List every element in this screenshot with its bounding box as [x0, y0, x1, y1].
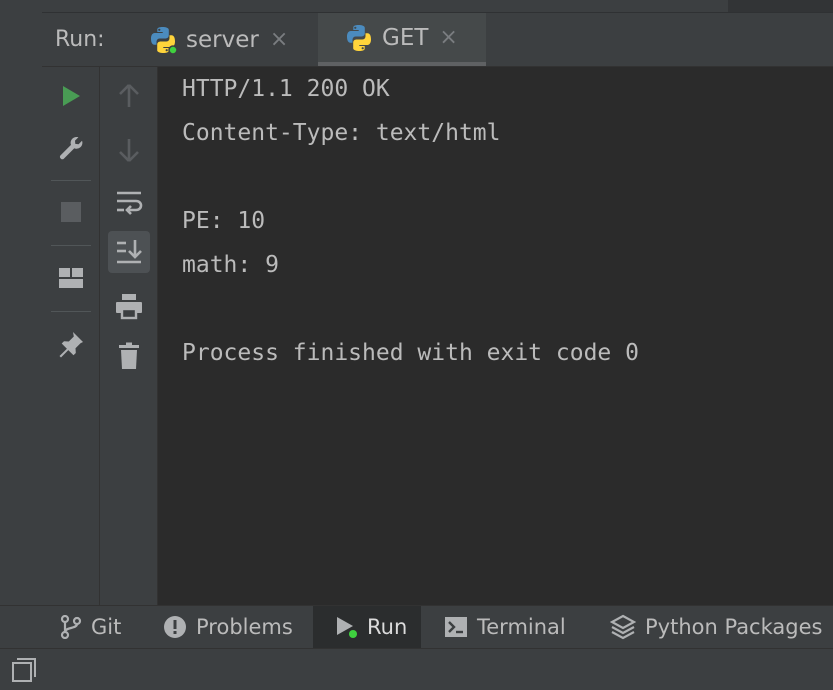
console-line: PE: 10: [182, 208, 266, 234]
toolbar-separator: [51, 245, 91, 246]
git-tool-button[interactable]: Git: [60, 606, 121, 648]
pin-tab-button[interactable]: [50, 323, 92, 365]
restore-layout-button[interactable]: [50, 257, 92, 299]
run-label: Run: [367, 615, 408, 639]
top-strip-right: [728, 0, 833, 12]
window-toggle-icon: [12, 658, 36, 682]
previous-occurrence-button[interactable]: [108, 75, 150, 117]
left-tool-stripe: [0, 0, 43, 605]
terminal-tool-button[interactable]: Terminal: [444, 606, 566, 648]
git-branch-icon: [60, 615, 82, 639]
soft-wrap-icon: [117, 191, 143, 215]
next-occurrence-button[interactable]: [108, 129, 150, 171]
python-packages-label: Python Packages: [645, 615, 823, 639]
toolbar-separator: [51, 311, 91, 312]
run-icon: [334, 615, 358, 639]
python-icon: [148, 25, 178, 55]
tab-label: server: [186, 26, 259, 53]
toggle-tool-windows-button[interactable]: [12, 658, 36, 686]
tab-get[interactable]: GET ×: [318, 13, 486, 66]
problems-tool-button[interactable]: Problems: [163, 606, 293, 648]
close-icon[interactable]: ×: [270, 27, 288, 52]
git-label: Git: [91, 615, 122, 639]
python-icon: [344, 23, 374, 53]
stop-icon: [61, 202, 81, 222]
console-line: math: 9: [182, 252, 279, 278]
rerun-button[interactable]: [50, 75, 92, 117]
rerun-icon: [63, 86, 80, 106]
down-arrow-icon: [119, 139, 139, 162]
run-actions-toolbar: [42, 67, 100, 605]
status-bar: [0, 648, 833, 690]
clear-all-button[interactable]: [108, 335, 150, 377]
console-actions-toolbar: [100, 67, 158, 605]
toolbar-separator: [51, 180, 91, 181]
trash-icon: [119, 342, 139, 369]
console-output[interactable]: HTTP/1.1 200 OK Content-Type: text/html …: [158, 67, 833, 605]
problems-icon: [163, 615, 187, 639]
stop-button[interactable]: [50, 191, 92, 233]
console-line: HTTP/1.1 200 OK: [182, 76, 390, 102]
edit-configuration-button[interactable]: [50, 127, 92, 169]
top-strip: [42, 0, 833, 13]
print-button[interactable]: [108, 285, 150, 327]
wrench-icon: [59, 137, 83, 160]
tab-label: GET: [382, 24, 429, 51]
run-tool-window-header: Run: server × GET ×: [42, 13, 833, 67]
console-line: Content-Type: text/html: [182, 120, 501, 146]
terminal-icon: [444, 616, 468, 638]
tab-server[interactable]: server ×: [148, 13, 308, 66]
scroll-to-end-button[interactable]: [108, 231, 150, 273]
scroll-to-end-icon: [117, 240, 142, 264]
layers-icon: [610, 614, 636, 640]
soft-wrap-button[interactable]: [108, 181, 150, 223]
python-packages-tool-button[interactable]: Python Packages: [610, 606, 822, 648]
run-label: Run:: [55, 27, 105, 52]
up-arrow-icon: [119, 84, 139, 107]
close-icon[interactable]: ×: [439, 25, 457, 50]
terminal-label: Terminal: [477, 615, 566, 639]
console-line: Process finished with exit code 0: [182, 340, 639, 366]
layout-icon: [59, 268, 83, 288]
problems-label: Problems: [196, 615, 293, 639]
print-icon: [116, 294, 142, 320]
pin-icon: [59, 332, 83, 358]
tool-window-bar: Git Problems Run Terminal Python Package…: [0, 605, 833, 648]
run-tool-button[interactable]: Run: [313, 606, 421, 648]
